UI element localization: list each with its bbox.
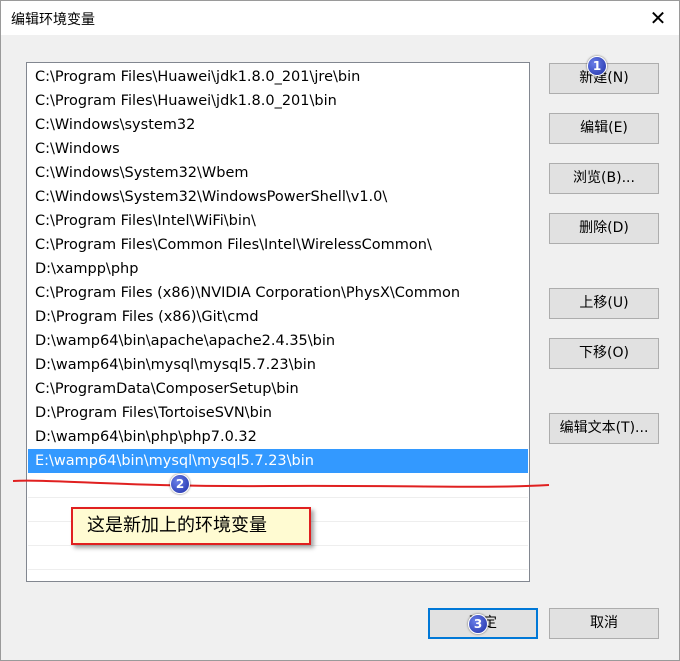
path-list[interactable]: C:\Program Files\Huawei\jdk1.8.0_201\jre… <box>26 62 530 582</box>
dialog-title: 编辑环境变量 <box>11 12 95 28</box>
list-item[interactable]: C:\Program Files (x86)\NVIDIA Corporatio… <box>28 281 528 305</box>
edit-env-variable-dialog: 编辑环境变量 ✕ C:\Program Files\Huawei\jdk1.8.… <box>0 0 680 661</box>
browse-button[interactable]: 浏览(B)... <box>549 163 659 194</box>
delete-button[interactable]: 删除(D) <box>549 213 659 244</box>
list-item[interactable]: C:\Windows\System32\Wbem <box>28 161 528 185</box>
annotation-badge-3: 3 <box>468 614 488 634</box>
annotation-callout: 这是新加上的环境变量 <box>71 507 311 545</box>
list-item[interactable]: C:\Program Files\Common Files\Intel\Wire… <box>28 233 528 257</box>
list-item[interactable]: C:\Program Files\Huawei\jdk1.8.0_201\jre… <box>28 65 528 89</box>
list-item-empty[interactable] <box>28 545 528 570</box>
list-item[interactable]: D:\wamp64\bin\mysql\mysql5.7.23\bin <box>28 353 528 377</box>
title-bar[interactable]: 编辑环境变量 ✕ <box>1 1 679 35</box>
annotation-badge-2: 2 <box>170 474 190 494</box>
list-item[interactable]: C:\Windows <box>28 137 528 161</box>
edit-text-button[interactable]: 编辑文本(T)... <box>549 413 659 444</box>
list-item[interactable]: D:\Program Files\TortoiseSVN\bin <box>28 401 528 425</box>
annotation-underline <box>12 479 550 488</box>
list-item[interactable]: D:\wamp64\bin\apache\apache2.4.35\bin <box>28 329 528 353</box>
move-down-button[interactable]: 下移(O) <box>549 338 659 369</box>
close-icon[interactable]: ✕ <box>647 7 669 29</box>
list-item[interactable]: D:\Program Files (x86)\Git\cmd <box>28 305 528 329</box>
edit-button[interactable]: 编辑(E) <box>549 113 659 144</box>
list-item-selected[interactable]: E:\wamp64\bin\mysql\mysql5.7.23\bin <box>28 449 528 473</box>
list-item[interactable]: C:\ProgramData\ComposerSetup\bin <box>28 377 528 401</box>
move-up-button[interactable]: 上移(U) <box>549 288 659 319</box>
list-item[interactable]: C:\Program Files\Intel\WiFi\bin\ <box>28 209 528 233</box>
list-item[interactable]: C:\Windows\system32 <box>28 113 528 137</box>
list-item[interactable]: D:\wamp64\bin\php\php7.0.32 <box>28 425 528 449</box>
list-item[interactable]: D:\xampp\php <box>28 257 528 281</box>
cancel-button[interactable]: 取消 <box>549 608 659 639</box>
list-item[interactable]: C:\Windows\System32\WindowsPowerShell\v1… <box>28 185 528 209</box>
list-item[interactable]: C:\Program Files\Huawei\jdk1.8.0_201\bin <box>28 89 528 113</box>
annotation-badge-1: 1 <box>587 56 607 76</box>
